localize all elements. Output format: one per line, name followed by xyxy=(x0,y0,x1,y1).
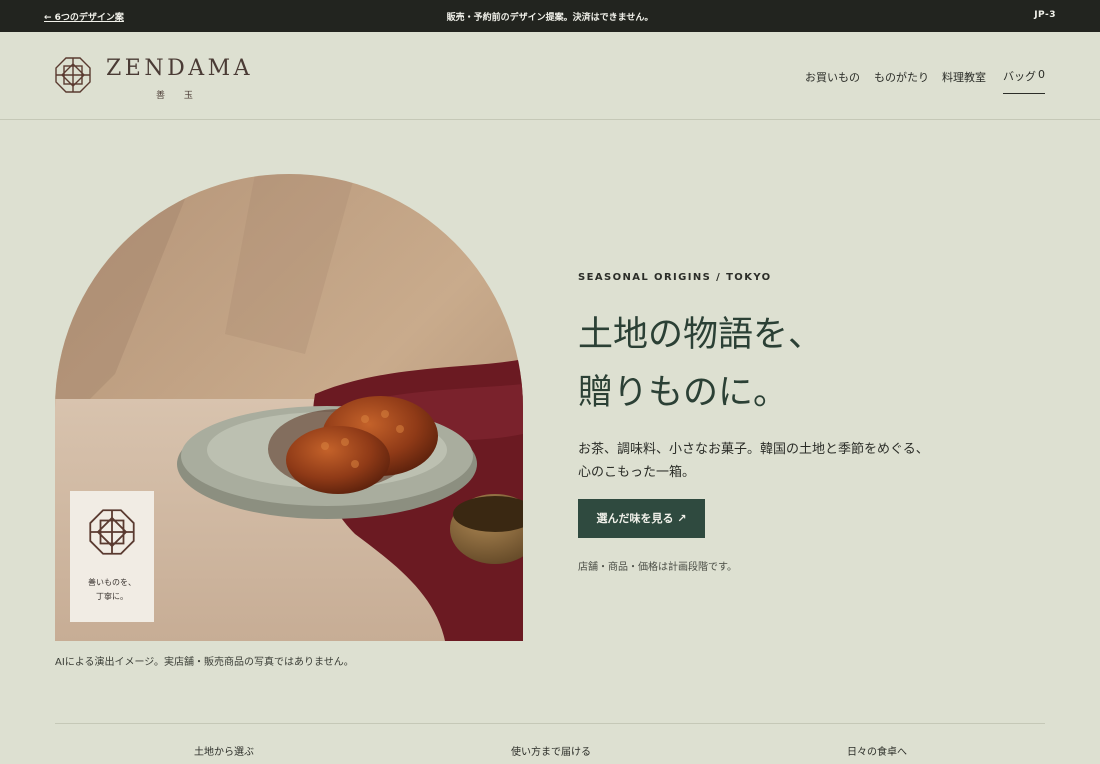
bag-label: バッグ xyxy=(1003,70,1036,83)
brand-badge-card: 善いものを、 丁寧に。 xyxy=(70,491,154,622)
section-divider xyxy=(55,723,1045,724)
badge-text: 善いものを、 丁寧に。 xyxy=(70,576,154,604)
announcement-bar: ← 6つのデザイン案 販売・予約前のデザイン提案。決済はできません。 JP-3 xyxy=(0,0,1100,32)
section-link-daily-table[interactable]: 日々の食卓へ xyxy=(847,743,907,758)
headline-line-1: 土地の物語を、 xyxy=(578,315,824,355)
section-link-by-region[interactable]: 土地から選ぶ xyxy=(194,743,254,758)
hero-headline: 土地の物語を、 贈りものに。 xyxy=(578,306,823,422)
design-code: JP-3 xyxy=(1034,10,1056,20)
description-line-2: 心のこもった一箱。 xyxy=(578,465,696,480)
site-header: ZENDAMA 善 玉 お買いもの ものがたり 料理教室 バッグ 0 xyxy=(0,32,1100,120)
brand-emblem-icon[interactable] xyxy=(55,57,91,93)
bag-button[interactable]: バッグ 0 xyxy=(1003,68,1045,94)
badge-line-1: 善いものを、 xyxy=(88,578,136,587)
nav-cooking-class[interactable]: 料理教室 xyxy=(942,69,986,85)
headline-line-2: 贈りものに。 xyxy=(578,373,789,413)
hero-description: お茶、調味料、小さなお菓子。韓国の土地と季節をめぐる、 心のこもった一箱。 xyxy=(578,438,929,484)
bag-count: 0 xyxy=(1038,68,1045,81)
description-line-1: お茶、調味料、小さなお菓子。韓国の土地と季節をめぐる、 xyxy=(578,442,929,457)
brand-wordmark[interactable]: ZENDAMA xyxy=(106,56,253,81)
image-caption: AIによる演出イメージ。実店舗・販売商品の写真ではありません。 xyxy=(55,657,354,668)
view-selected-flavors-button[interactable]: 選んだ味を見る ↗ xyxy=(578,499,705,538)
nav-story[interactable]: ものがたり xyxy=(874,69,929,85)
section-link-how-to-use[interactable]: 使い方まで届ける xyxy=(511,743,591,758)
hero-eyebrow: SEASONAL ORIGINS / TOKYO xyxy=(578,272,772,283)
badge-line-2: 丁寧に。 xyxy=(96,592,128,601)
announcement-text: 販売・予約前のデザイン提案。決済はできません。 xyxy=(446,13,654,23)
planning-note: 店舗・商品・価格は計画段階です。 xyxy=(578,562,737,573)
brand-emblem-icon xyxy=(89,509,135,555)
brand-subtitle: 善 玉 xyxy=(156,91,201,101)
nav-shop[interactable]: お買いもの xyxy=(805,69,860,85)
